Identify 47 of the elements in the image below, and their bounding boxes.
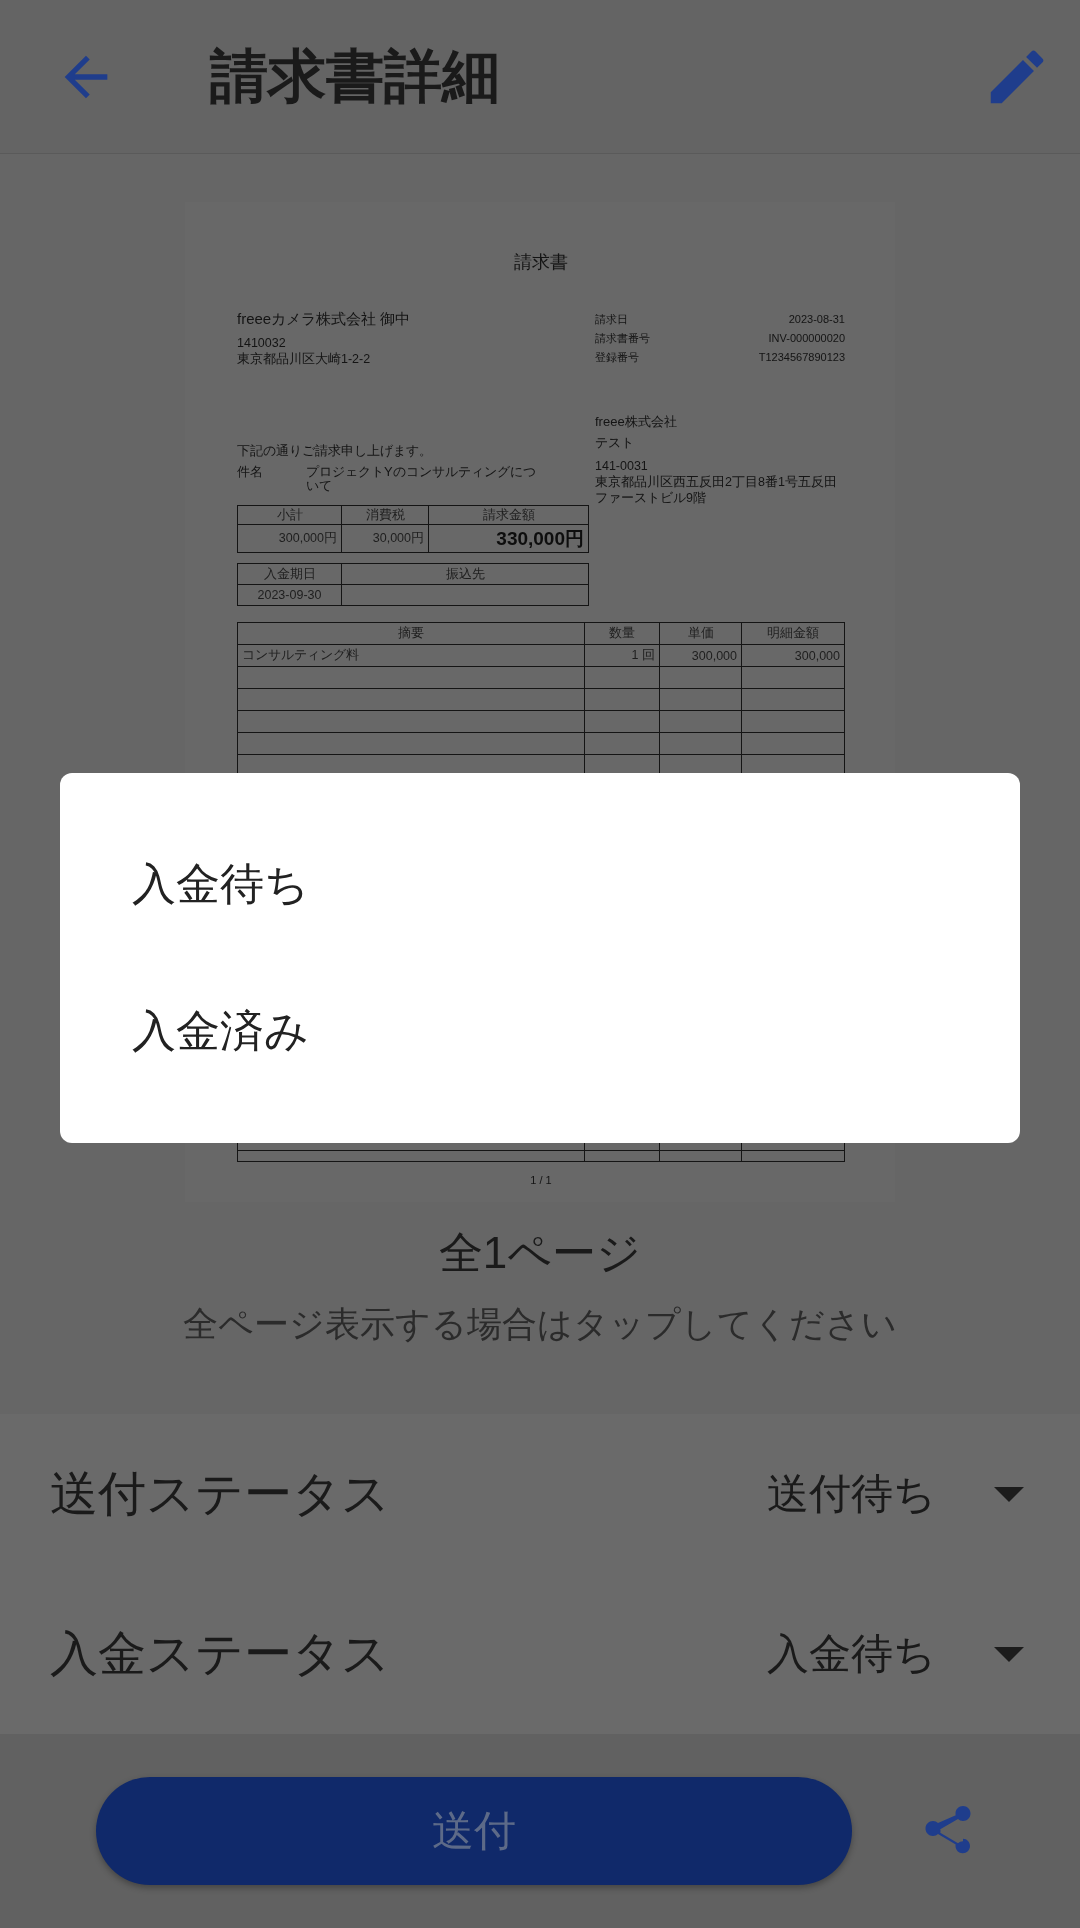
- table-cell: 1 回: [584, 644, 660, 667]
- recipient-name: freeeカメラ株式会社 御中: [237, 310, 412, 329]
- meta-label: 登録番号: [595, 350, 639, 365]
- send-button[interactable]: 送付: [96, 1777, 852, 1885]
- status-label: 入金ステータス: [50, 1626, 391, 1682]
- subject-text: プロジェクトYのコンサルティングについて: [306, 465, 537, 493]
- meta-label: 請求書番号: [595, 331, 650, 346]
- meta-value: T1234567890123: [758, 350, 845, 365]
- meta-value: 2023-08-31: [788, 312, 845, 327]
- table-header-cell: 単価: [659, 622, 742, 645]
- table-cell: 300,000: [659, 644, 742, 667]
- page-count: 全1ページ: [438, 1227, 642, 1279]
- table-header-cell: 振込先: [341, 563, 589, 585]
- table-cell: コンサルティング料: [237, 644, 585, 667]
- table-header-cell: 請求金額: [428, 505, 589, 525]
- table-cell: 30,000円: [341, 524, 429, 553]
- document-title: 請求書: [513, 251, 569, 274]
- issuer-department: テスト: [595, 435, 635, 452]
- dialog-option[interactable]: 入金待ち: [132, 855, 309, 914]
- table-header-cell: 消費税: [341, 505, 429, 525]
- table-cell: 300,000: [741, 644, 845, 667]
- hint-text[interactable]: 全ページ表示する場合はタップしてください: [183, 1301, 897, 1348]
- subject-label: 件名: [237, 465, 264, 481]
- table-header-cell: 入金期日: [237, 563, 342, 585]
- table-cell: 2023-09-30: [237, 584, 342, 606]
- table-header-cell: 明細金額: [741, 622, 845, 645]
- meta-label: 請求日: [595, 312, 628, 327]
- table-header-cell: 数量: [584, 622, 660, 645]
- meta-value: INV-000000020: [768, 331, 845, 346]
- issuer-postal-code: 141-0031: [595, 458, 649, 474]
- table-header-cell: 小計: [237, 505, 342, 525]
- status-label: 送付ステータス: [50, 1466, 391, 1522]
- status-dropdown[interactable]: 送付待ち: [767, 1466, 936, 1522]
- dialog-option[interactable]: 入金済み: [132, 1002, 309, 1061]
- status-dropdown[interactable]: 入金待ち: [767, 1626, 936, 1682]
- issuer-address: 東京都品川区西五反田2丁目8番1号五反田ファーストビル9階: [595, 474, 838, 506]
- caret-icon[interactable]: [994, 1486, 1024, 1502]
- recipient-address: 東京都品川区大崎1-2-2: [237, 351, 372, 367]
- table-cell: 300,000円: [237, 524, 342, 553]
- screen-title: 請求書詳細: [210, 41, 501, 110]
- intro-text: 下記の通りご請求申し上げます。: [237, 443, 433, 459]
- table-header-cell: 摘要: [237, 622, 585, 645]
- page-indicator: 1 / 1: [529, 1174, 553, 1186]
- issuer-name: freee株式会社: [595, 413, 678, 431]
- table-cell: 330,000円: [428, 524, 589, 553]
- recipient-postal-code: 1410032: [237, 335, 287, 351]
- caret-icon[interactable]: [994, 1646, 1024, 1662]
